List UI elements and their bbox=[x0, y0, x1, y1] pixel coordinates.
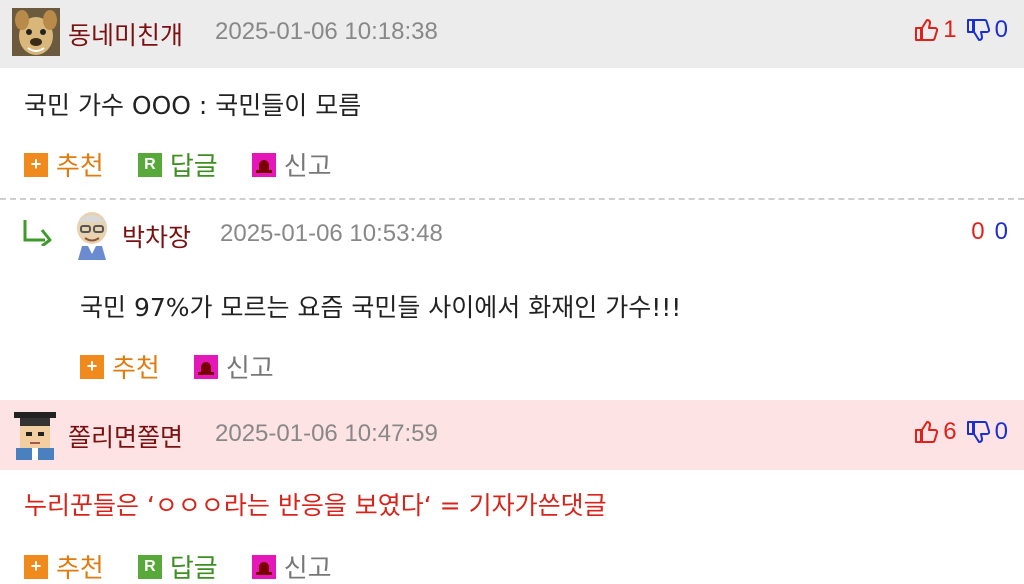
thumbs-down-icon[interactable] bbox=[965, 17, 991, 43]
recommend-label: 추천 bbox=[56, 554, 104, 584]
siren-icon bbox=[251, 554, 276, 579]
vote-counts: 0 0 bbox=[971, 218, 1008, 246]
plus-icon: + bbox=[24, 554, 48, 579]
comment-date: 2025-01-06 10:47:59 bbox=[215, 420, 438, 447]
comment-header: 동네미친개 2025-01-06 10:18:38 1 0 bbox=[0, 0, 1024, 68]
reply-button[interactable]: R 답글 bbox=[137, 548, 218, 584]
report-label: 신고 bbox=[283, 152, 332, 182]
comment-text: 국민 가수 OOO : 국민들이 모름 bbox=[24, 91, 362, 120]
report-button[interactable]: 신고 bbox=[251, 548, 332, 584]
comment-actions: + 추천 R 답글 신고 bbox=[24, 548, 366, 584]
nickname[interactable]: 박차장 bbox=[122, 218, 191, 254]
comment-1: 동네미친개 2025-01-06 10:18:38 1 0 국민 가수 OOO … bbox=[0, 0, 1024, 200]
comment-3: 쫄리면쫄면 2025-01-06 10:47:59 6 0 누리꾼들은 ‘ㅇㅇㅇ… bbox=[0, 400, 1024, 584]
plus-icon: + bbox=[24, 152, 48, 177]
down-vote-count: 0 bbox=[994, 16, 1008, 43]
comment-header: 쫄리면쫄면 2025-01-06 10:47:59 6 0 bbox=[0, 400, 1024, 470]
thumbs-up-icon[interactable] bbox=[913, 17, 939, 43]
reply-label: 답글 bbox=[169, 152, 218, 182]
recommend-button[interactable]: + 추천 bbox=[24, 548, 104, 584]
comment-actions: + 추천 R 답글 신고 bbox=[24, 146, 366, 183]
reply-button[interactable]: R 답글 bbox=[137, 146, 218, 183]
recommend-label: 추천 bbox=[56, 152, 104, 182]
comment-date: 2025-01-06 10:18:38 bbox=[215, 18, 438, 45]
thumbs-up-icon[interactable] bbox=[913, 419, 939, 445]
siren-icon bbox=[193, 354, 218, 379]
report-label: 신고 bbox=[225, 354, 274, 384]
report-button[interactable]: 신고 bbox=[193, 348, 274, 385]
plus-icon: + bbox=[80, 354, 104, 379]
recommend-label: 추천 bbox=[112, 354, 160, 384]
reply-r-icon: R bbox=[137, 554, 162, 579]
vote-counts: 6 0 bbox=[913, 418, 1008, 446]
reply-r-icon: R bbox=[137, 152, 162, 177]
recommend-button[interactable]: + 추천 bbox=[24, 146, 104, 183]
reply-arrow-icon bbox=[22, 218, 54, 250]
down-vote-count: 0 bbox=[994, 218, 1008, 245]
comment-date: 2025-01-06 10:53:48 bbox=[220, 220, 443, 247]
recommend-button[interactable]: + 추천 bbox=[80, 348, 160, 385]
reply-label: 답글 bbox=[169, 554, 218, 584]
vote-counts: 1 0 bbox=[913, 16, 1008, 44]
comment-text: 누리꾼들은 ‘ㅇㅇㅇ라는 반응을 보였다‘ = 기자가쓴댓글 bbox=[24, 491, 607, 520]
report-button[interactable]: 신고 bbox=[251, 146, 332, 183]
avatar[interactable] bbox=[10, 410, 60, 460]
avatar[interactable] bbox=[12, 8, 60, 56]
nickname[interactable]: 동네미친개 bbox=[68, 16, 183, 52]
up-vote-count: 6 bbox=[943, 418, 957, 445]
thumbs-down-icon[interactable] bbox=[965, 419, 991, 445]
comment-2-reply: 박차장 2025-01-06 10:53:48 0 0 국민 97%가 모르는 … bbox=[0, 200, 1024, 400]
down-vote-count: 0 bbox=[994, 418, 1008, 445]
comment-actions: + 추천 신고 bbox=[80, 348, 308, 385]
siren-icon bbox=[251, 152, 276, 177]
comment-text: 국민 97%가 모르는 요즘 국민들 사이에서 화재인 가수!!! bbox=[80, 293, 682, 322]
report-label: 신고 bbox=[283, 554, 332, 584]
up-vote-count: 0 bbox=[971, 218, 985, 245]
avatar[interactable] bbox=[70, 208, 114, 260]
nickname[interactable]: 쫄리면쫄면 bbox=[68, 418, 183, 454]
up-vote-count: 1 bbox=[943, 16, 957, 43]
